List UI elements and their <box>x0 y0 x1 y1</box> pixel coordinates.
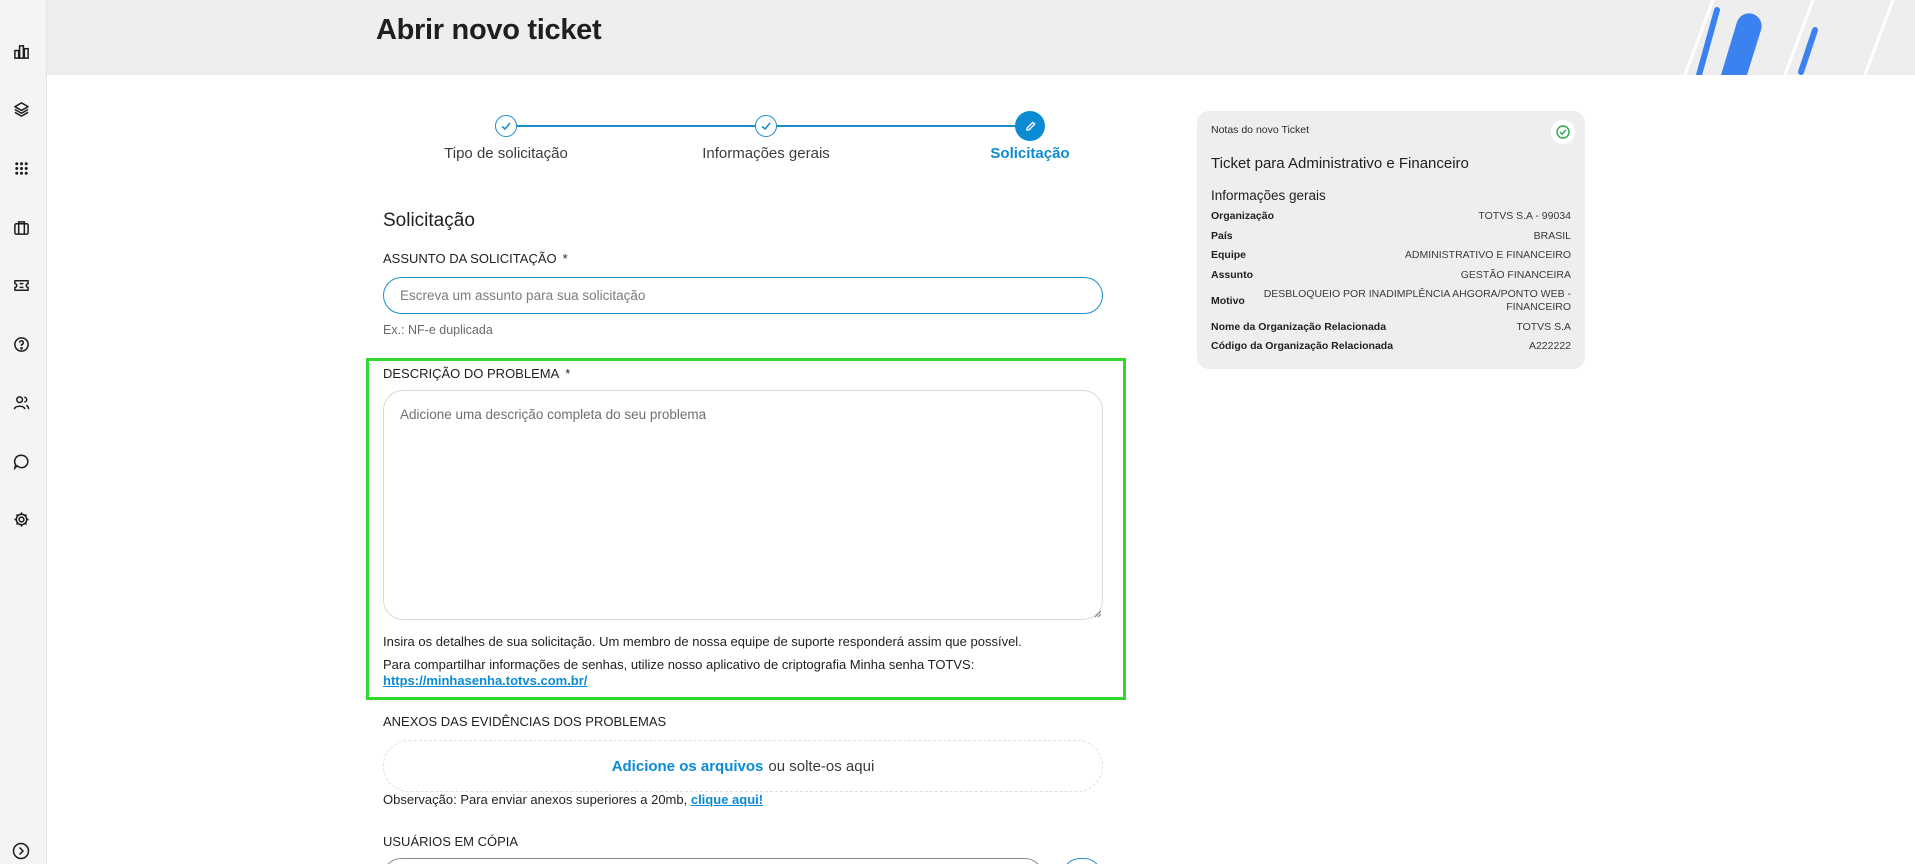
drop-text: ou solte-os aqui <box>768 757 875 775</box>
notes-row: Assunto GESTÃO FINANCEIRA <box>1211 269 1571 282</box>
stepper: Tipo de solicitação Informações gerais S… <box>383 109 1143 169</box>
password-link-line: https://minhasenha.totvs.com.br/ <box>383 673 587 688</box>
notes-row: Equipe ADMINISTRATIVO E FINANCEIRO <box>1211 249 1571 262</box>
notes-row: Código da Organização Relacionada A222222 <box>1211 340 1571 353</box>
cc-users-label: USUÁRIOS EM CÓPIA <box>383 834 519 849</box>
notes-value: BRASIL <box>1533 229 1571 242</box>
notes-value: A222222 <box>1528 340 1571 352</box>
notes-key: Motivo <box>1211 294 1245 307</box>
ticket-icon[interactable] <box>12 276 30 294</box>
dashboard-icon[interactable] <box>12 42 30 60</box>
layers-icon[interactable] <box>12 100 30 118</box>
step-active-pencil-icon[interactable] <box>1015 111 1045 141</box>
apps-grid-icon[interactable] <box>12 159 30 177</box>
required-mark: * <box>565 366 571 381</box>
notes-value: TOTVS S.A <box>1516 320 1571 333</box>
notes-key: Nome da Organização Relacionada <box>1211 320 1387 333</box>
help-icon[interactable] <box>12 335 30 353</box>
description-help-text: Insira os detalhes de sua solicitação. U… <box>383 634 1022 649</box>
step-connector <box>517 125 755 127</box>
step-done-check-icon[interactable] <box>755 115 777 137</box>
password-app-link[interactable]: https://minhasenha.totvs.com.br/ <box>383 673 587 688</box>
header-decoration <box>1683 0 1895 75</box>
section-title: Solicitação <box>383 210 475 231</box>
subject-label: ASSUNTO DA SOLICITAÇÃO * <box>383 251 568 266</box>
resize-handle-icon[interactable] <box>1092 608 1102 618</box>
description-label-text: DESCRIÇÃO DO PROBLEMA <box>383 366 560 381</box>
notes-value: DESBLOQUEIO POR INADIMPLÊNCIA AHGORA/PON… <box>1263 288 1571 313</box>
description-textarea[interactable] <box>383 390 1103 620</box>
sidebar <box>0 0 47 864</box>
subject-label-text: ASSUNTO DA SOLICITAÇÃO <box>383 251 557 266</box>
notes-header: Notas do novo Ticket <box>1211 124 1310 136</box>
step-label-tipo[interactable]: Tipo de solicitação <box>444 145 568 162</box>
cc-add-button[interactable] <box>1062 858 1102 864</box>
notes-key: Organização <box>1211 210 1275 222</box>
notes-value: TOTVS S.A - 99034 <box>1478 210 1571 222</box>
notes-value: ADMINISTRATIVO E FINANCEIRO <box>1404 249 1571 261</box>
page-header: Abrir novo ticket <box>47 0 1915 75</box>
step-label-solicitacao[interactable]: Solicitação <box>990 145 1069 162</box>
password-info-text: Para compartilhar informações de senhas,… <box>383 657 975 672</box>
step-connector <box>777 125 1019 127</box>
notes-row: Organização TOTVS S.A - 99034 <box>1211 210 1571 223</box>
add-files-link[interactable]: Adicione os arquivos <box>612 758 764 775</box>
briefcase-icon[interactable] <box>12 218 30 236</box>
ticket-notes-panel: Notas do novo Ticket Ticket para Adminis… <box>1197 111 1585 369</box>
subject-hint: Ex.: NF-e duplicada <box>383 323 493 337</box>
cc-users-input[interactable] <box>383 858 1043 864</box>
expand-icon[interactable] <box>12 842 30 860</box>
step-done-check-icon[interactable] <box>495 115 517 137</box>
notes-key: Código da Organização Relacionada <box>1211 340 1394 352</box>
required-mark: * <box>562 251 568 266</box>
check-circle-icon <box>1551 120 1575 144</box>
users-icon[interactable] <box>12 393 30 411</box>
attachments-note-text: Observação: Para enviar anexos superiore… <box>383 792 688 807</box>
description-label: DESCRIÇÃO DO PROBLEMA * <box>383 366 570 381</box>
large-upload-link[interactable]: clique aqui! <box>691 792 763 807</box>
step-label-informacoes[interactable]: Informações gerais <box>702 145 830 162</box>
settings-icon[interactable] <box>12 510 30 528</box>
chat-icon[interactable] <box>12 452 30 470</box>
notes-row: Nome da Organização Relacionada TOTVS S.A <box>1211 321 1571 334</box>
notes-key: País <box>1211 229 1233 242</box>
notes-rows: Organização TOTVS S.A - 99034 País BRASIL … <box>1211 210 1571 360</box>
notes-key: Assunto <box>1211 268 1253 281</box>
notes-key: Equipe <box>1211 249 1247 261</box>
notes-row: Motivo DESBLOQUEIO POR INADIMPLÊNCIA AHGO… <box>1211 288 1571 314</box>
attachments-note: Observação: Para enviar anexos superiore… <box>383 792 763 807</box>
notes-section-title: Informações gerais <box>1211 188 1326 203</box>
notes-value: GESTÃO FINANCEIRA <box>1460 268 1571 281</box>
notes-title: Ticket para Administrativo e Financeiro <box>1211 155 1469 172</box>
page-title: Abrir novo ticket <box>376 14 602 46</box>
notes-row: País BRASIL <box>1211 230 1571 243</box>
subject-input[interactable] <box>383 277 1103 314</box>
attachments-dropzone[interactable]: Adicione os arquivos ou solte-os aqui <box>383 740 1103 792</box>
attachments-label: ANEXOS DAS EVIDÊNCIAS DOS PROBLEMAS <box>383 714 667 729</box>
